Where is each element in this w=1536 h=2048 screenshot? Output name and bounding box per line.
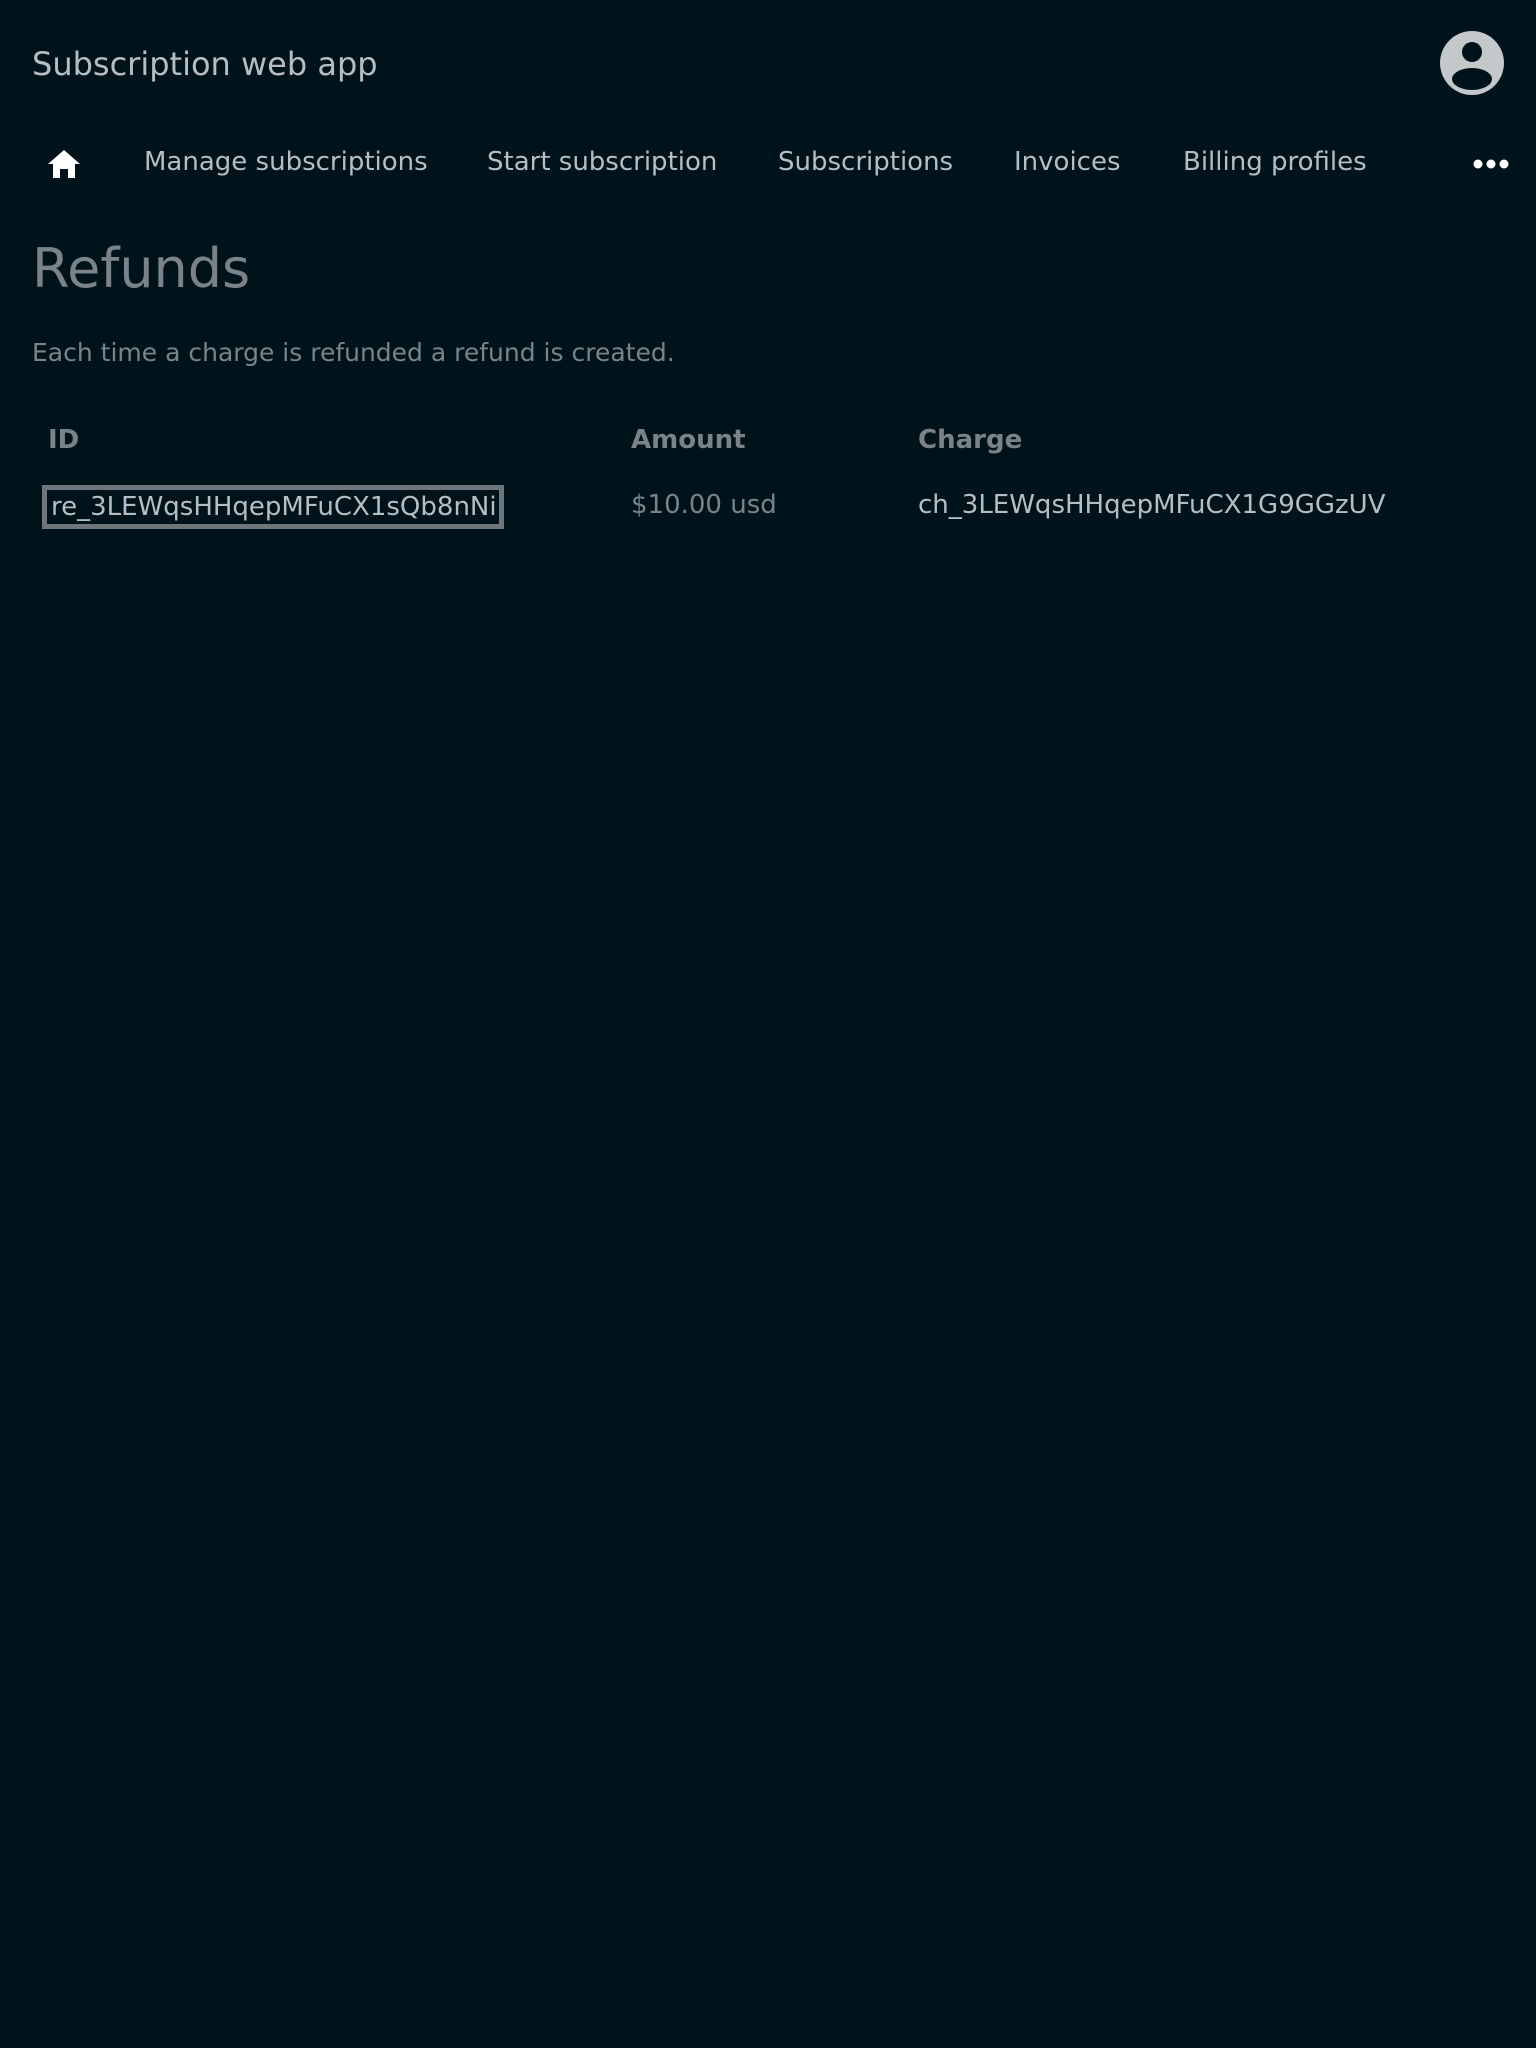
column-header-id: ID [48,425,80,455]
refund-amount: $10.00 usd [631,490,777,520]
nav-item-start-subscription[interactable]: Start subscription [487,144,717,180]
app-root: Subscription web app Manage subscription… [0,0,1536,2048]
user-circle-icon[interactable] [1440,31,1504,95]
app-title: Subscription web app [32,45,378,83]
nav-item-invoices[interactable]: Invoices [1014,144,1121,180]
main-nav: Manage subscriptions Start subscription … [0,130,1536,196]
avatar-graphic [1452,42,1492,90]
refund-id-link[interactable]: re_3LEWqsHHqepMFuCX1sQb8nNi [42,485,504,529]
more-graphic [1473,159,1509,169]
home-graphic [48,150,80,178]
nav-item-subscriptions[interactable]: Subscriptions [778,144,953,180]
column-header-amount: Amount [631,425,746,455]
charge-id-link[interactable]: ch_3LEWqsHHqepMFuCX1G9GGzUV [918,487,1386,523]
nav-item-billing-profiles[interactable]: Billing profiles [1183,144,1367,180]
page-title: Refunds [32,237,251,300]
app-header: Subscription web app [0,0,1536,128]
home-icon[interactable] [44,144,84,184]
page-description: Each time a charge is refunded a refund … [32,338,675,367]
nav-item-manage-subscriptions[interactable]: Manage subscriptions [144,144,428,180]
more-horizontal-icon[interactable] [1472,152,1512,176]
column-header-charge: Charge [918,425,1023,455]
